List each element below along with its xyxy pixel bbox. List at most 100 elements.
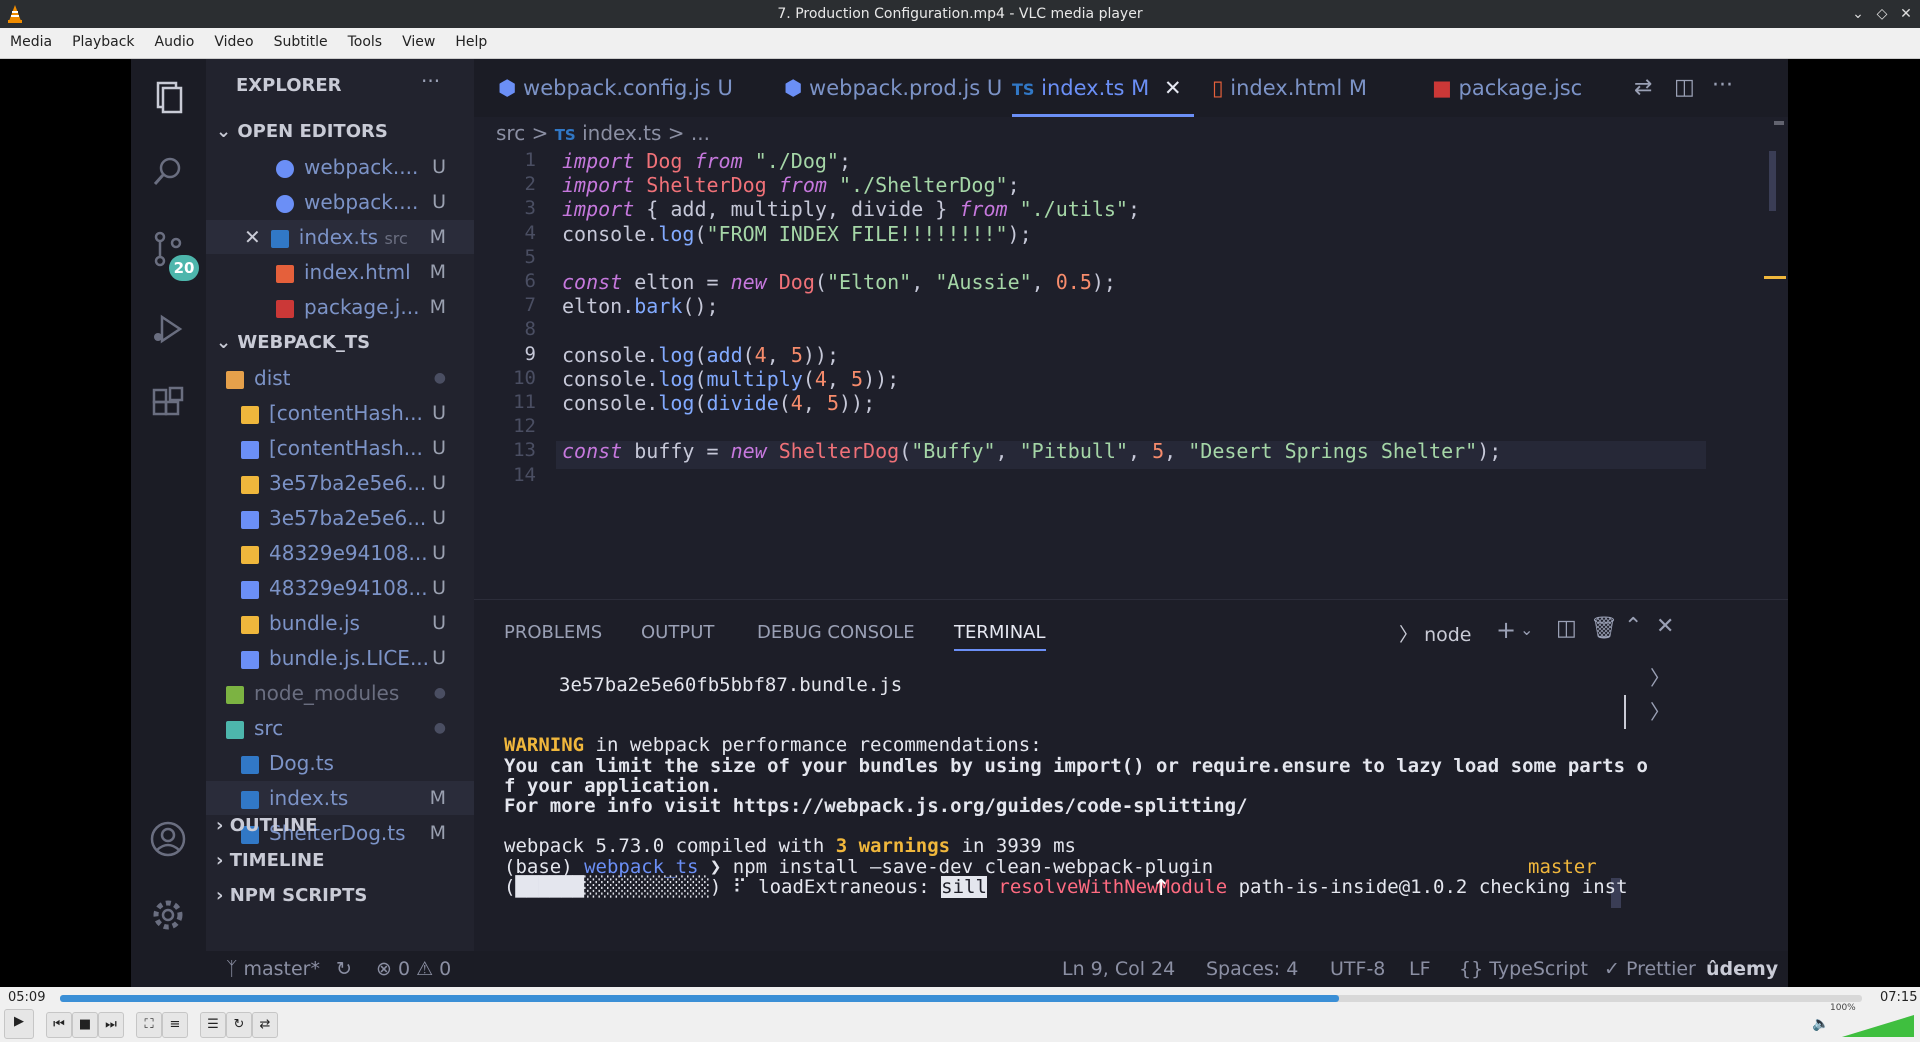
loop-button[interactable]: ↻ — [226, 1012, 252, 1038]
playlist-button[interactable]: ☰ — [200, 1012, 226, 1038]
player-controls: 05:09 07:15 ▶ ⏮ ■ ⏭ ⛶ ≡ ☰ ↻ ⇄ 🔈 100% — [0, 987, 1920, 1042]
close-icon[interactable]: ✕ — [1896, 4, 1916, 24]
files-icon[interactable] — [148, 77, 188, 117]
menu-video[interactable]: Video — [204, 28, 263, 58]
split-terminal-icon[interactable]: ◫ — [1556, 616, 1577, 641]
tree-file[interactable]: [contentHash... U — [206, 396, 474, 430]
run-debug-icon[interactable] — [148, 309, 188, 349]
more-actions-icon[interactable]: ··· — [1712, 73, 1733, 98]
menu-playback[interactable]: Playback — [62, 28, 144, 58]
new-terminal-icon[interactable]: + — [1496, 616, 1516, 644]
tree-folder[interactable]: node_modules ● — [206, 676, 474, 710]
open-editor-item[interactable]: webpack.... U — [206, 185, 474, 219]
close-tab-icon[interactable]: ✕ — [1164, 76, 1182, 100]
eol-status[interactable]: LF — [1409, 958, 1431, 980]
close-panel-icon[interactable]: ✕ — [1656, 614, 1674, 639]
account-icon[interactable] — [148, 819, 188, 859]
terminal-shell-selector[interactable]: 〉 node — [1399, 620, 1471, 647]
open-editor-item[interactable]: webpack.... U — [206, 150, 474, 184]
prettier-status[interactable]: ✓ Prettier — [1604, 958, 1696, 980]
menu-subtitle[interactable]: Subtitle — [264, 28, 338, 58]
breadcrumb-file[interactable]: index.ts — [582, 121, 661, 145]
menu-media[interactable]: Media — [0, 28, 62, 58]
typescript-file-icon — [241, 755, 259, 774]
tree-file[interactable]: [contentHash... U — [206, 431, 474, 465]
language-status[interactable]: {} TypeScript — [1459, 958, 1588, 980]
terminal-instance-icon[interactable]: 〉 — [1650, 662, 1670, 691]
npm-scripts-header[interactable]: › NPM SCRIPTS — [216, 879, 484, 913]
tab-terminal[interactable]: TERMINAL — [954, 622, 1046, 651]
terminal-line: For more info visit https://webpack.js.o… — [504, 795, 1248, 817]
menu-audio[interactable]: Audio — [145, 28, 205, 58]
fullscreen-button[interactable]: ⛶ — [136, 1012, 162, 1038]
compare-icon[interactable]: ⇄ — [1634, 75, 1652, 100]
open-editors-header[interactable]: ⌄ OPEN EDITORS — [216, 115, 484, 149]
tree-file[interactable]: 3e57ba2e5e6... U — [206, 501, 474, 535]
maximize-icon[interactable]: ◇ — [1872, 4, 1892, 24]
tree-folder[interactable]: dist ● — [206, 361, 474, 395]
gear-icon[interactable] — [148, 895, 188, 935]
speaker-icon[interactable]: 🔈 — [1812, 1016, 1829, 1032]
more-actions-icon[interactable]: ··· — [421, 69, 440, 93]
volume-slider[interactable] — [1842, 1015, 1914, 1037]
menu-view[interactable]: View — [392, 28, 445, 58]
extensions-icon[interactable] — [148, 384, 188, 424]
tree-file[interactable]: 48329e94108... U — [206, 571, 474, 605]
webpack-file-icon: ⬢ — [784, 76, 803, 100]
tab-index-html[interactable]: ▯ index.html M — [1212, 59, 1367, 117]
tab-index-ts[interactable]: TS index.ts M ✕ — [1012, 59, 1194, 117]
play-button[interactable]: ▶ — [4, 1009, 34, 1039]
line-number: 10 — [513, 366, 536, 389]
tree-file[interactable]: bundle.js U — [206, 606, 474, 640]
cursor-position[interactable]: Ln 9, Col 24 — [1062, 958, 1175, 980]
tree-file[interactable]: bundle.js.LICE... U — [206, 641, 474, 675]
open-editor-item[interactable]: index.html M — [206, 255, 474, 289]
tree-file[interactable]: 3e57ba2e5e6... U — [206, 466, 474, 500]
tab-debug-console[interactable]: DEBUG CONSOLE — [757, 622, 915, 643]
chevron-down-icon[interactable]: ⌄ — [1520, 620, 1533, 639]
tab-output[interactable]: OUTPUT — [641, 622, 714, 643]
shuffle-button[interactable]: ⇄ — [252, 1012, 278, 1038]
window-titlebar: 7. Production Configuration.mp4 - VLC me… — [0, 0, 1920, 28]
minimap-top — [1774, 121, 1784, 125]
indentation-status[interactable]: Spaces: 4 — [1206, 958, 1298, 980]
minimize-icon[interactable]: ⌄ — [1848, 4, 1868, 24]
tree-file[interactable]: Dog.ts — [206, 746, 474, 780]
open-editor-item-active[interactable]: ✕ index.ts src M — [206, 220, 474, 254]
project-header[interactable]: ⌄ WEBPACK_TS — [216, 326, 484, 360]
tree-file[interactable]: 48329e94108... U — [206, 536, 474, 570]
sync-icon[interactable]: ↻ — [336, 958, 352, 980]
menu-help[interactable]: Help — [445, 28, 497, 58]
license-file-icon — [241, 650, 259, 669]
maximize-panel-icon[interactable]: ⌃ — [1624, 614, 1642, 639]
problems-status[interactable]: ⊗ 0 ⚠ 0 — [376, 958, 451, 980]
next-button[interactable]: ⏭ — [98, 1012, 124, 1038]
previous-button[interactable]: ⏮ — [46, 1012, 72, 1038]
line-number: 4 — [524, 221, 536, 244]
branch-status[interactable]: ᛉ master* — [226, 958, 320, 980]
menu-tools[interactable]: Tools — [338, 28, 393, 58]
code-line: console.log("FROM INDEX FILE!!!!!!!!"); — [562, 221, 1032, 246]
search-icon[interactable] — [148, 152, 188, 192]
breadcrumb-folder[interactable]: src — [496, 121, 525, 145]
open-editor-item[interactable]: package.j... M — [206, 290, 474, 324]
chevron-right-icon: › — [216, 815, 224, 836]
terminal-instance-icon[interactable]: 〉 — [1650, 696, 1670, 725]
timeline-header[interactable]: › TIMELINE — [216, 844, 484, 878]
tab-webpack-config[interactable]: ⬢ webpack.config.js U — [498, 59, 733, 117]
terminal-progress-line: (██████░░░░░░░░░░░) ⠏ loadExtraneous: si… — [504, 876, 1628, 898]
outline-header[interactable]: › OUTLINE — [216, 809, 484, 843]
tab-problems[interactable]: PROBLEMS — [504, 622, 602, 643]
tab-webpack-prod[interactable]: ⬢ webpack.prod.js U — [784, 59, 1002, 117]
close-editor-icon[interactable]: ✕ — [244, 225, 261, 249]
extended-settings-button[interactable]: ≡ — [162, 1012, 188, 1038]
encoding-status[interactable]: UTF-8 — [1330, 958, 1385, 980]
tree-folder[interactable]: src ● — [206, 711, 474, 745]
tab-package-json[interactable]: ■ package.jsc — [1432, 59, 1582, 117]
video-frame-vscode: 20 EXPLORER ··· ⌄ OPEN EDITORS webpack..… — [131, 59, 1788, 987]
trash-icon[interactable]: 🗑 — [1590, 616, 1618, 641]
stop-button[interactable]: ■ — [72, 1012, 98, 1038]
editor-scrollbar[interactable] — [1769, 151, 1776, 211]
split-editor-icon[interactable]: ◫ — [1674, 75, 1695, 100]
terminal-divider — [1624, 695, 1626, 729]
